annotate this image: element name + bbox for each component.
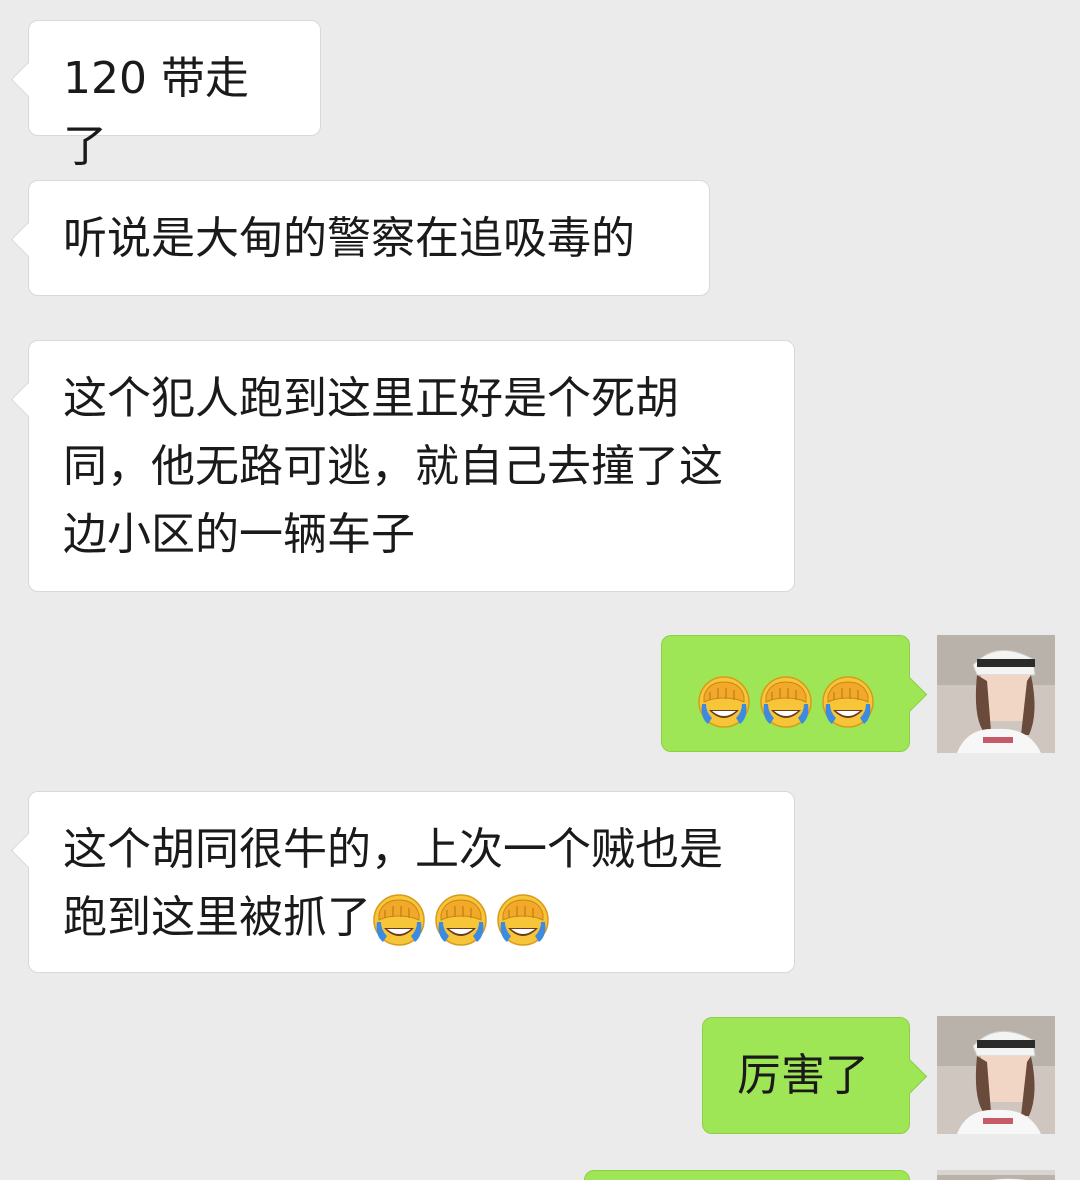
avatar-photo [937, 635, 1055, 753]
message-text: 这个犯人跑到这里正好是个死胡同，他无路可逃，就自己去撞了这边小区的一辆车子 [63, 373, 723, 560]
avatar[interactable] [937, 635, 1055, 753]
emoji-group [696, 674, 876, 730]
chat-window: 120 带走了 听说是大甸的警察在追吸毒的 这个犯人跑到这里正好是个死胡同，他无… [0, 0, 1080, 1180]
message-bubble-incoming[interactable]: 这个犯人跑到这里正好是个死胡同，他无路可逃，就自己去撞了这边小区的一辆车子 [28, 340, 795, 592]
facepalm-crying-emoji [495, 892, 551, 948]
message-bubble-outgoing[interactable] [661, 635, 910, 752]
message-text: 厉害了 [737, 1050, 869, 1101]
facepalm-crying-emoji [820, 674, 876, 730]
facepalm-crying-emoji [696, 674, 752, 730]
message-bubble-incoming[interactable]: 听说是大甸的警察在追吸毒的 [28, 180, 710, 296]
message-bubble-incoming[interactable]: 120 带走了 [28, 20, 321, 172]
message-bubble-incoming[interactable]: 这个胡同很牛的，上次一个贼也是跑到这里被抓了 [28, 791, 795, 973]
avatar[interactable] [937, 1170, 1055, 1180]
avatar-photo [937, 1016, 1055, 1134]
message-bubble-outgoing[interactable] [584, 1170, 910, 1180]
message-bubble-outgoing[interactable]: 厉害了 [702, 1017, 910, 1134]
facepalm-crying-emoji [758, 674, 814, 730]
facepalm-crying-emoji [433, 892, 489, 948]
facepalm-crying-emoji [371, 892, 427, 948]
emoji-group [371, 892, 551, 948]
avatar[interactable] [937, 1016, 1055, 1134]
message-text: 120 带走了 [63, 53, 249, 172]
avatar-photo [937, 1175, 1055, 1180]
message-text: 听说是大甸的警察在追吸毒的 [63, 213, 635, 264]
